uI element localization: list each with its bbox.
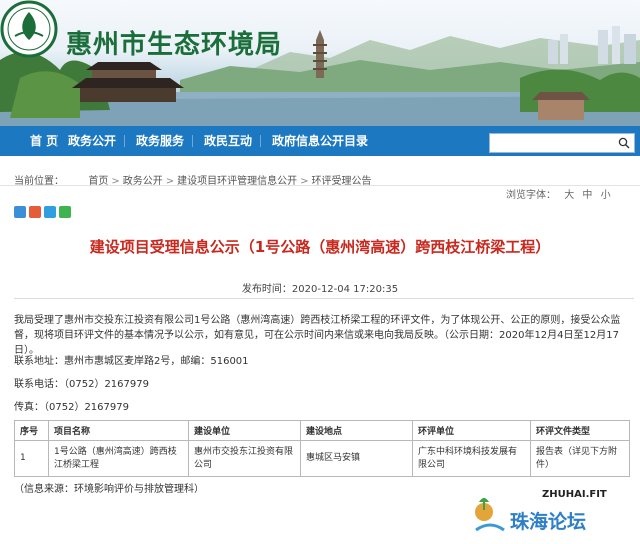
font-size-switcher: 浏览字体： 大 中 小: [506, 186, 611, 201]
environment-emblem-icon: [0, 0, 58, 58]
nav-divider: [124, 135, 125, 147]
divider: [14, 298, 634, 299]
weibo-icon[interactable]: [29, 206, 41, 218]
add-icon[interactable]: [14, 206, 26, 218]
nav-services[interactable]: 政务服务: [136, 126, 184, 156]
nav-info-catalog[interactable]: 政府信息公开目录: [272, 126, 368, 156]
column-header: 环评单位: [412, 420, 531, 441]
publish-time: 发布时间：2020-12-04 17:20:35: [241, 284, 399, 295]
table-cell: 广东中科环境科技发展有限公司: [412, 440, 531, 477]
table-cell: 1: [14, 440, 49, 477]
project-table: 序号 项目名称 建设单位 建设地点 环评单位 环评文件类型 1 1号公路（惠州湾…: [14, 420, 630, 477]
nav-divider: [192, 135, 193, 147]
table-cell: 1号公路（惠州湾高速）跨西枝江桥梁工程: [48, 440, 189, 477]
wechat-icon[interactable]: [59, 206, 71, 218]
watermark-logo-text: 珠海论坛: [510, 510, 586, 533]
nav-interaction[interactable]: 政民互动: [204, 126, 252, 156]
search-input[interactable]: [489, 133, 635, 153]
table-row: 1 1号公路（惠州湾高速）跨西枝江桥梁工程 惠州市交投东江投资有限公司 惠城区马…: [14, 440, 630, 477]
font-size-large[interactable]: 大: [564, 190, 574, 201]
table-header-row: 序号 项目名称 建设单位 建设地点 环评单位 环评文件类型: [14, 420, 630, 441]
contact-address: 联系地址：惠州市惠城区麦岸路2号，邮编：516001: [14, 356, 249, 367]
magnifier-icon[interactable]: [618, 137, 630, 149]
site-banner: 惠州市生态环境局: [0, 0, 640, 126]
table-cell: 惠州市交投东江投资有限公司: [188, 440, 301, 477]
nav-home[interactable]: 首 页: [30, 126, 58, 156]
column-header: 环评文件类型: [530, 420, 630, 441]
article-title: 建设项目受理信息公示（1号公路（惠州湾高速）跨西枝江桥梁工程）: [89, 238, 551, 256]
watermark-text: ZHUHAI.FIT: [542, 489, 607, 500]
qq-icon[interactable]: [44, 206, 56, 218]
info-source: （信息来源：环境影响评价与排放管理科）: [14, 484, 204, 495]
contact-phone: 联系电话：（0752）2167979: [14, 379, 149, 390]
nav-divider: [56, 135, 57, 147]
font-size-label: 浏览字体：: [506, 190, 556, 201]
column-header: 项目名称: [48, 420, 189, 441]
column-header: 建设地点: [300, 420, 413, 441]
nav-divider: [260, 135, 261, 147]
table-cell: 报告表（详见下方附件）: [530, 440, 630, 477]
site-title: 惠州市生态环境局: [66, 30, 283, 60]
nav-government-affairs[interactable]: 政务公开: [68, 126, 116, 156]
column-header: 序号: [14, 420, 49, 441]
font-size-small[interactable]: 小: [601, 190, 611, 201]
font-size-medium[interactable]: 中: [582, 190, 592, 201]
lake-scenery-illustration: [0, 26, 640, 126]
table-cell: 惠城区马安镇: [300, 440, 413, 477]
column-header: 建设单位: [188, 420, 301, 441]
contact-fax: 传真：（0752）2167979: [14, 402, 129, 413]
